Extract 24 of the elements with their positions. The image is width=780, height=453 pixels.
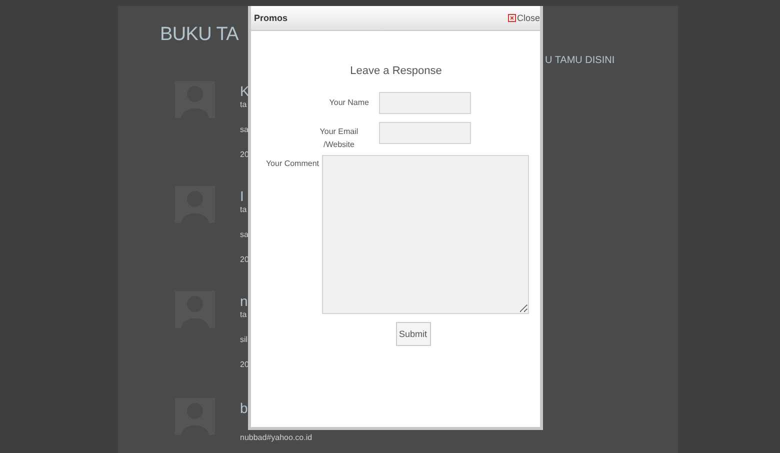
commenter-name[interactable]: b bbox=[240, 398, 248, 418]
comment-text: sa bbox=[240, 231, 248, 239]
comment-text: ta bbox=[240, 311, 248, 319]
commenter-name[interactable]: I bbox=[240, 186, 248, 206]
page-title: BUKU TA bbox=[160, 24, 240, 46]
field-label: Your Comment bbox=[264, 158, 319, 170]
dialog-title: Promos bbox=[254, 13, 288, 23]
comment-text: sil bbox=[240, 336, 248, 344]
comment-text: sa bbox=[240, 126, 248, 134]
comment-text: nubbad#yahoo.co.id bbox=[240, 434, 312, 442]
field-label: Your Email /Website bbox=[318, 126, 360, 151]
guestbook-link[interactable]: U TAMU DISINI bbox=[545, 55, 615, 69]
comment-text: ta bbox=[240, 206, 248, 214]
field-label: Your Name bbox=[328, 97, 369, 109]
commenter-name[interactable]: n bbox=[240, 291, 248, 311]
close-button[interactable]: Close bbox=[508, 13, 540, 23]
form-heading: Leave a Response bbox=[349, 65, 443, 77]
text-field[interactable] bbox=[379, 122, 471, 144]
comment-text: ta bbox=[240, 101, 248, 109]
submit-button[interactable]: Submit bbox=[396, 322, 430, 346]
comment-field[interactable] bbox=[322, 155, 529, 314]
text-field[interactable] bbox=[379, 92, 471, 114]
commenter-name[interactable]: K bbox=[240, 81, 248, 101]
close-icon bbox=[508, 14, 516, 22]
